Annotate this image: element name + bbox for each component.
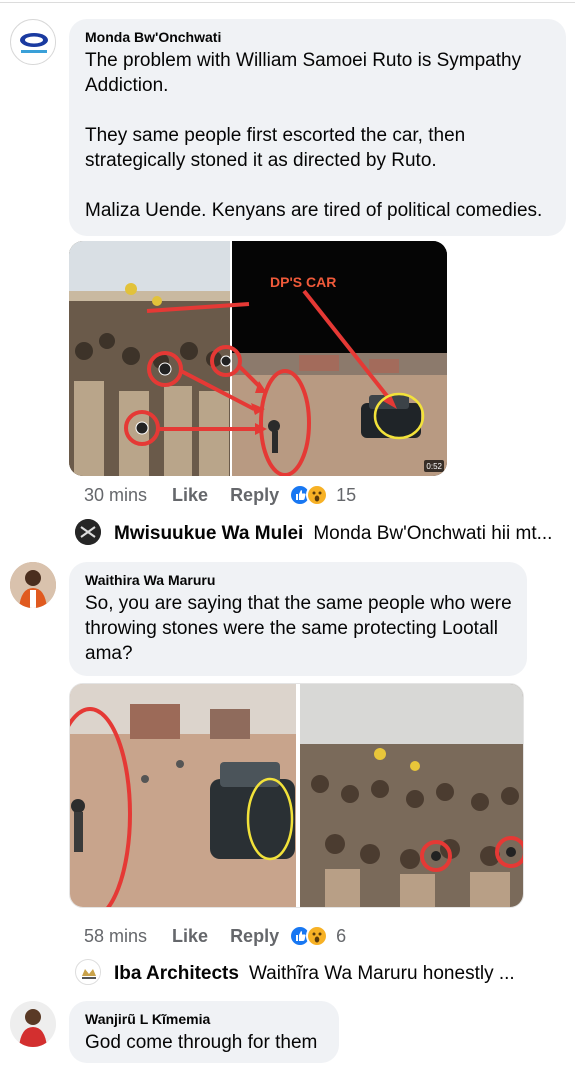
avatar-logo-icon xyxy=(77,961,100,984)
reply-author[interactable]: Iba Architects xyxy=(114,963,239,985)
comment-actions: 30 mins Like Reply 15 xyxy=(84,484,356,506)
comment-text: The problem with William Samoei Ruto is … xyxy=(85,50,543,221)
comment-text: So, you are saying that the same people … xyxy=(85,593,517,664)
reaction-count[interactable]: 6 xyxy=(336,926,346,947)
reaction-count[interactable]: 15 xyxy=(336,485,356,506)
avatar-photo-icon xyxy=(10,562,56,608)
wow-reaction-icon xyxy=(306,484,329,506)
comment-author[interactable]: Wanjirũ L Kĩmemia xyxy=(85,1011,325,1027)
video-duration: 0:52 xyxy=(426,462,442,471)
comment-timestamp[interactable]: 30 mins xyxy=(84,485,147,506)
avatar-photo-icon xyxy=(10,1001,56,1047)
reply-avatar-iba[interactable] xyxy=(75,959,101,985)
reply-button[interactable]: Reply xyxy=(230,926,279,947)
avatar-logo-icon xyxy=(12,21,55,64)
reply-button[interactable]: Reply xyxy=(230,485,279,506)
reaction-icons[interactable] xyxy=(289,925,329,947)
reply-avatar-mwisuukue[interactable] xyxy=(75,519,101,545)
like-button[interactable]: Like xyxy=(172,485,208,506)
top-divider xyxy=(0,2,575,3)
comment-timestamp[interactable]: 58 mins xyxy=(84,926,147,947)
wow-reaction-icon xyxy=(306,925,329,947)
comment-bubble: Wanjirũ L Kĩmemia God come through for t… xyxy=(69,1001,339,1063)
photo-collage xyxy=(70,684,523,907)
like-button[interactable]: Like xyxy=(172,926,208,947)
avatar-wanjiru[interactable] xyxy=(10,1001,56,1047)
photo-collage xyxy=(69,241,447,476)
reply-author[interactable]: Mwisuukue Wa Mulei xyxy=(114,523,303,545)
comment-actions: 58 mins Like Reply 6 xyxy=(84,925,346,947)
reply-preview[interactable]: Iba Architects Waithĩra Wa Maruru honest… xyxy=(114,963,515,985)
comment-author[interactable]: Waithira Wa Maruru xyxy=(85,572,513,588)
comment-photo[interactable] xyxy=(69,683,524,908)
comment-bubble: Waithira Wa Maruru So, you are saying th… xyxy=(69,562,527,676)
reaction-icons[interactable] xyxy=(289,484,329,506)
photo-overlay-label: DP'S CAR xyxy=(270,274,337,290)
avatar-waithira[interactable] xyxy=(10,562,56,608)
avatar-graphic-icon xyxy=(75,519,101,545)
reply-preview[interactable]: Mwisuukue Wa Mulei Monda Bw'Onchwati hii… xyxy=(114,523,552,545)
comment-bubble: Monda Bw'Onchwati The problem with Willi… xyxy=(69,19,566,236)
comment-author[interactable]: Monda Bw'Onchwati xyxy=(85,29,552,45)
comment-photo[interactable]: DP'S CAR 0:52 xyxy=(69,241,447,476)
avatar-monda[interactable] xyxy=(10,19,56,65)
comment-text: God come through for them xyxy=(85,1032,318,1053)
reply-snippet: Waithĩra Wa Maruru honestly ... xyxy=(248,963,515,984)
reply-snippet: Monda Bw'Onchwati hii mt... xyxy=(313,523,553,544)
